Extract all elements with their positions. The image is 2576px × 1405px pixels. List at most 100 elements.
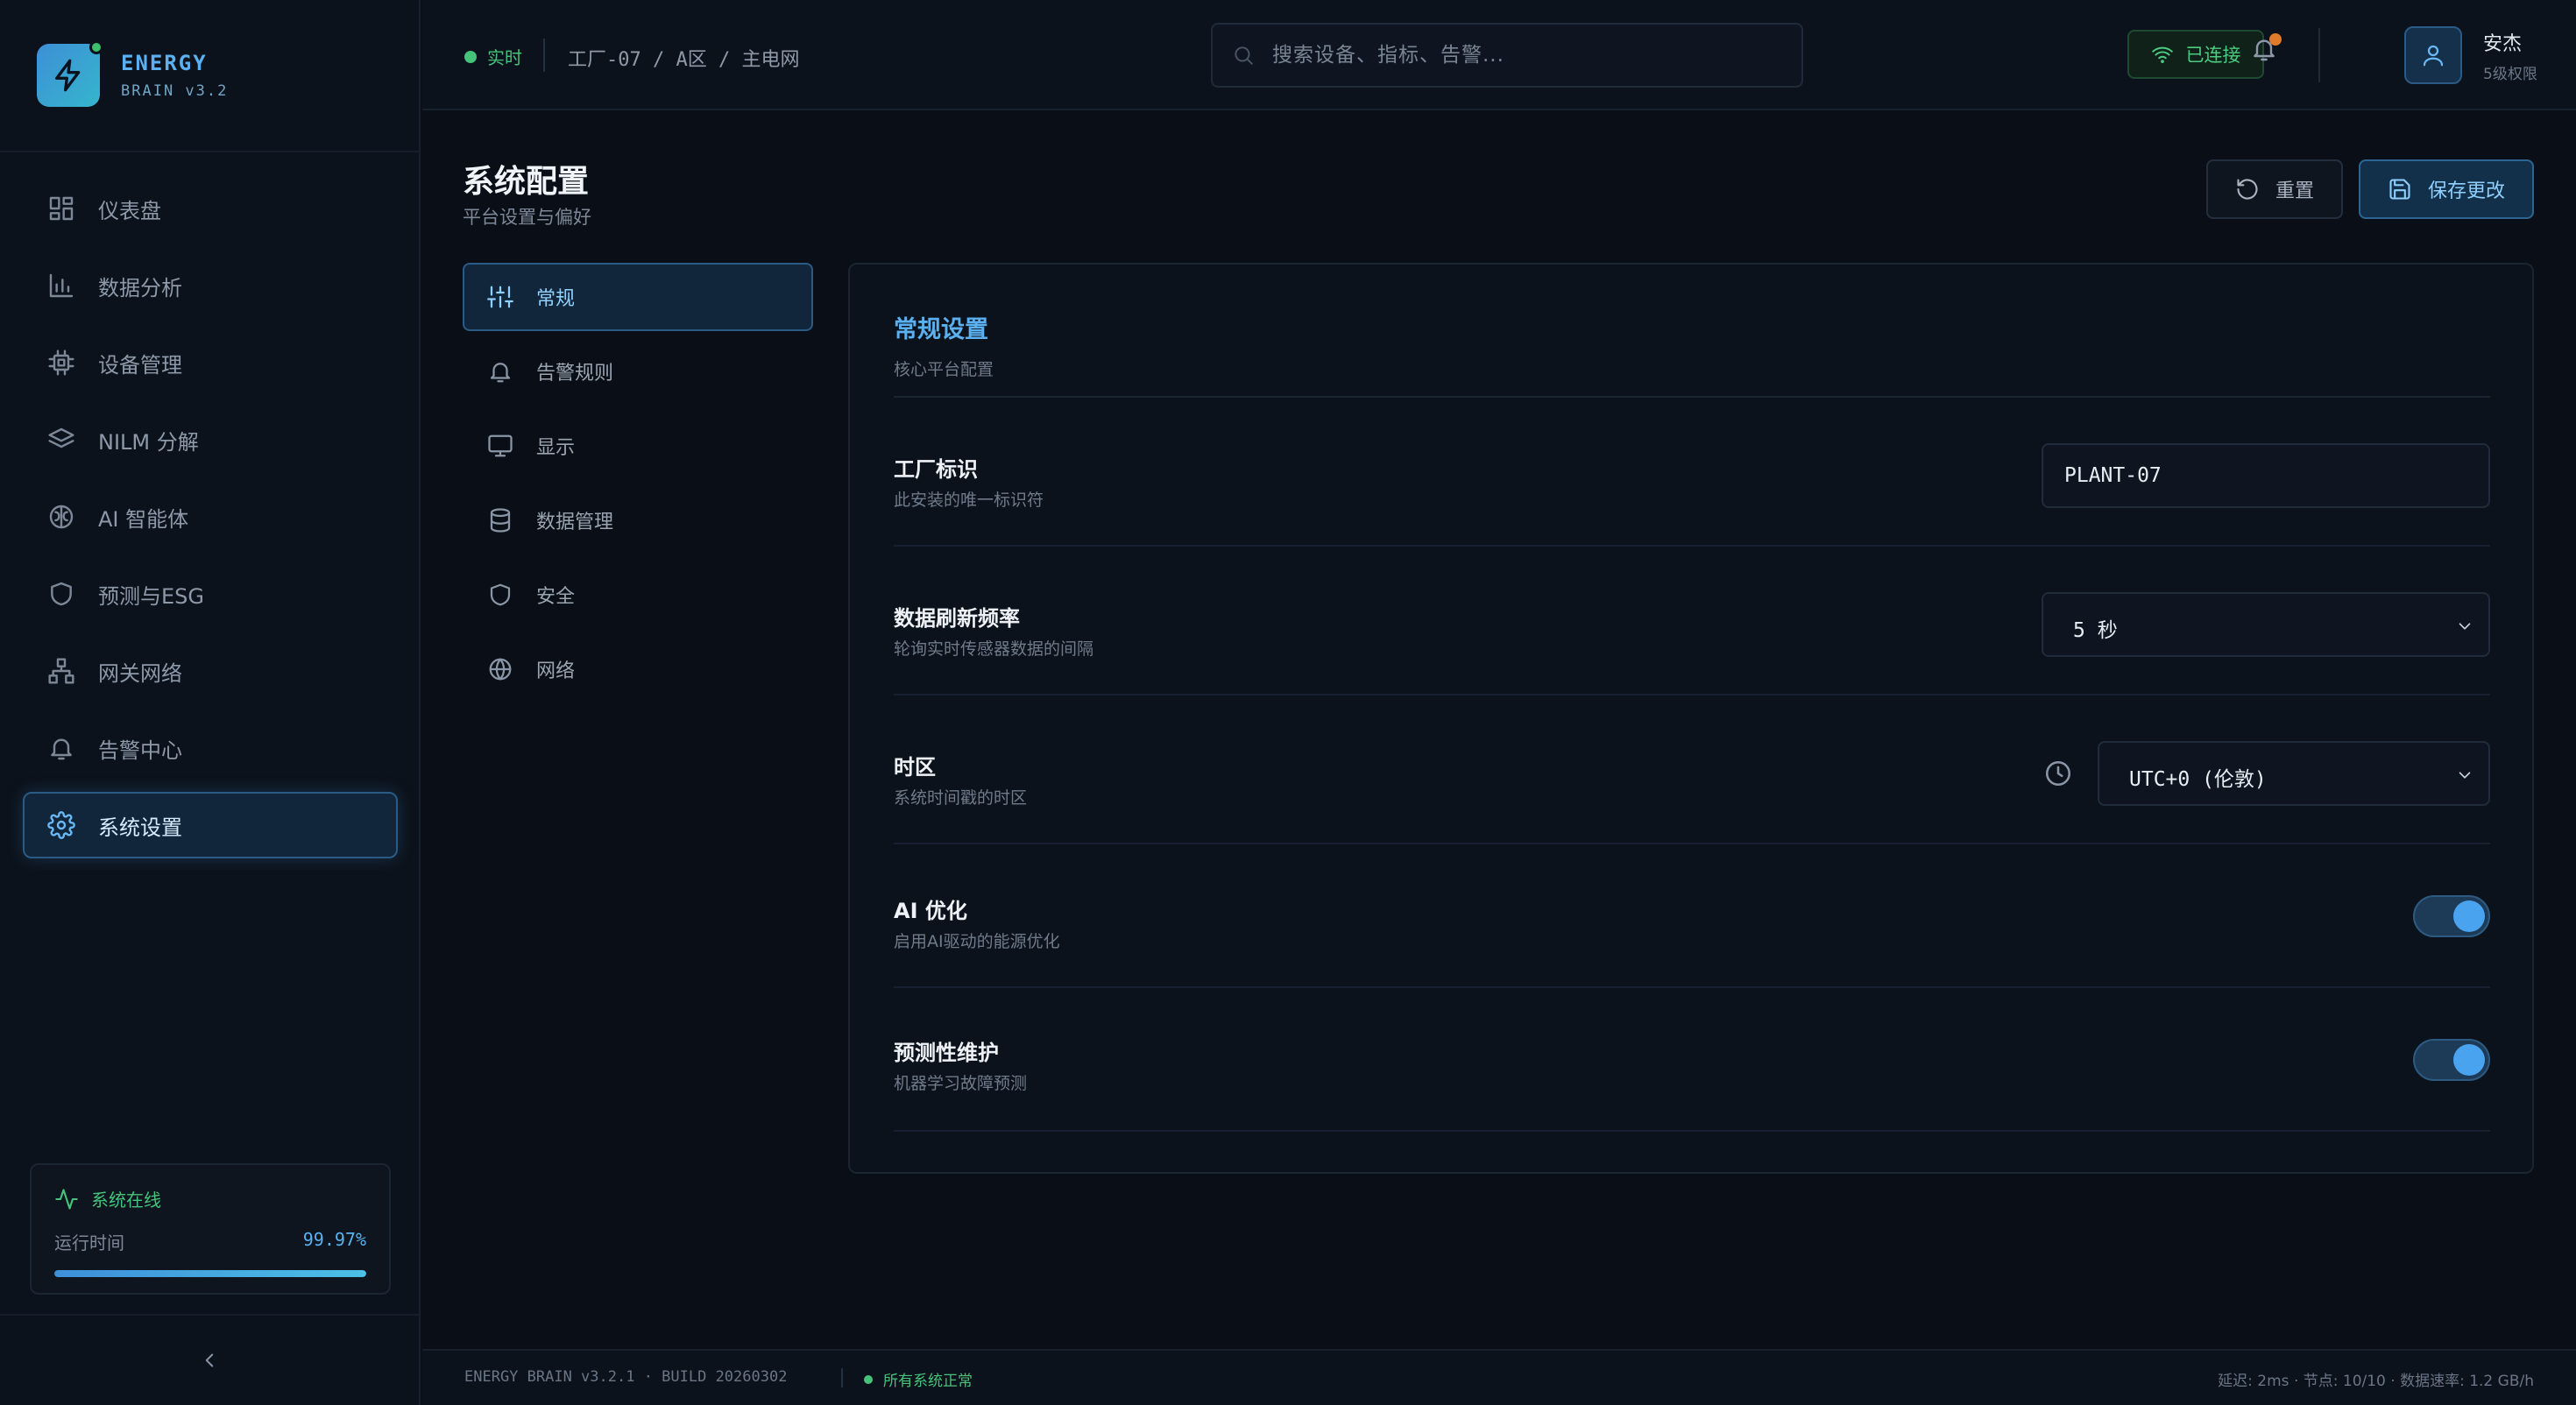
setting-row-ai-optimization: AI 优化 启用AI驱动的能源优化	[894, 844, 2490, 988]
refresh-rate-select[interactable]: 5 秒	[2042, 592, 2490, 657]
activity-icon	[55, 1188, 78, 1210]
setting-description: 系统时间戳的时区	[894, 788, 1028, 808]
sidebar-item-label: 预测与ESG	[98, 583, 204, 609]
uptime-progress-bar	[54, 1270, 366, 1277]
sidebar-item-dashboard[interactable]: 仪表盘	[23, 175, 398, 242]
plant-id-field	[2042, 443, 2490, 508]
settings-nav: 常规 告警规则 显示 数据管理 安全 网络	[463, 263, 813, 710]
save-button[interactable]: 保存更改	[2359, 159, 2534, 219]
tab-general[interactable]: 常规	[463, 263, 813, 331]
sidebar-item-nilm[interactable]: NILM 分解	[23, 406, 398, 473]
brain-icon	[49, 505, 74, 529]
clock-icon	[2045, 760, 2071, 787]
tab-data-management[interactable]: 数据管理	[463, 486, 813, 554]
setting-row-predictive-maintenance: 预测性维护 机器学习故障预测	[894, 988, 2490, 1132]
search-input[interactable]	[1272, 44, 1780, 67]
save-icon	[2389, 179, 2410, 200]
notifications-button[interactable]	[2250, 33, 2282, 63]
predictive-maintenance-toggle[interactable]	[2413, 1039, 2490, 1081]
network-icon	[48, 658, 74, 684]
tab-security[interactable]: 安全	[463, 561, 813, 629]
shield-icon	[51, 582, 72, 606]
gear-icon	[47, 811, 75, 839]
reset-button[interactable]: 重置	[2206, 159, 2343, 219]
sidebar-item-label: 告警中心	[98, 738, 182, 763]
lightning-icon	[55, 59, 81, 92]
sidebar-item-gateway[interactable]: 网关网络	[23, 638, 398, 704]
connection-status-button[interactable]: 已连接	[2127, 30, 2264, 79]
page-subtitle: 平台设置与偏好	[463, 207, 591, 228]
timezone-select[interactable]: UTC+0 (伦敦)	[2098, 741, 2490, 806]
collapse-sidebar-button[interactable]	[0, 1314, 419, 1405]
ai-optimization-toggle[interactable]	[2413, 895, 2490, 937]
user-name: 安杰	[2483, 32, 2523, 55]
tab-label: 常规	[536, 288, 576, 310]
search-box	[1211, 23, 1803, 88]
select-value: 5 秒	[2073, 619, 2118, 642]
sidebar: ENERGY BRAIN v3.2 仪表盘 数据分析 设备管理 NILM 分解 …	[0, 0, 421, 1405]
tab-network[interactable]: 网络	[463, 635, 813, 703]
brand: ENERGY BRAIN v3.2	[0, 0, 419, 152]
rotate-ccw-icon	[2237, 179, 2258, 200]
system-status-label: 系统在线	[91, 1190, 161, 1211]
setting-label: 预测性维护	[894, 1041, 999, 1065]
tab-alert-rules[interactable]: 告警规则	[463, 337, 813, 406]
sidebar-item-alerts[interactable]: 告警中心	[23, 715, 398, 781]
chevron-left-icon	[205, 1353, 214, 1367]
system-health: 所有系统正常	[864, 1368, 973, 1390]
system-stats: 延迟: 2ms · 节点: 10/10 · 数据速率: 1.2 GB/h	[2218, 1373, 2534, 1390]
setting-label: 时区	[894, 755, 936, 780]
sidebar-item-label: 数据分析	[98, 275, 182, 300]
brand-version: BRAIN v3.2	[121, 82, 229, 100]
chevron-down-icon	[2459, 623, 2471, 630]
database-icon	[490, 508, 511, 533]
setting-label: 工厂标识	[894, 457, 978, 482]
reset-label: 重置	[2275, 180, 2314, 202]
user-role: 5级权限	[2483, 65, 2537, 83]
dashboard-icon	[49, 196, 74, 221]
panel-title: 常规设置	[894, 316, 988, 343]
select-value: UTC+0 (伦敦)	[2129, 768, 2267, 791]
wifi-icon	[2151, 46, 2173, 63]
setting-description: 轮询实时传感器数据的间隔	[894, 639, 1094, 659]
sidebar-item-analytics[interactable]: 数据分析	[23, 252, 398, 319]
sidebar-item-label: 系统设置	[98, 815, 182, 840]
notification-badge	[2269, 33, 2282, 46]
save-label: 保存更改	[2427, 180, 2505, 202]
divider	[543, 39, 545, 72]
setting-row-refresh-rate: 数据刷新频率 轮询实时传感器数据的间隔 5 秒	[894, 547, 2490, 695]
sidebar-item-settings[interactable]: 系统设置	[23, 792, 398, 858]
plant-id-input[interactable]	[2043, 445, 2488, 506]
setting-row-plant-id: 工厂标识 此安装的唯一标识符	[894, 398, 2490, 547]
sidebar-item-devices[interactable]: 设备管理	[23, 329, 398, 396]
setting-row-timezone: 时区 系统时间戳的时区 UTC+0 (伦敦)	[894, 695, 2490, 844]
user-icon	[2423, 45, 2444, 67]
live-label: 实时	[487, 47, 522, 68]
sidebar-item-forecast-esg[interactable]: 预测与ESG	[23, 561, 398, 627]
divider	[841, 1368, 843, 1387]
user-menu[interactable]: 安杰 5级权限	[2404, 26, 2537, 84]
sidebar-item-ai-agent[interactable]: AI 智能体	[23, 484, 398, 550]
topbar: 实时 工厂-07 / A区 / 主电网 已连接 安杰 5级权限	[422, 0, 2576, 110]
brand-name: ENERGY	[121, 51, 208, 75]
search-icon	[1235, 46, 1253, 65]
live-indicator: 实时	[464, 44, 522, 69]
bell-icon	[490, 363, 511, 383]
avatar	[2404, 26, 2462, 84]
build-info: ENERGY BRAIN v3.2.1 · BUILD 20260302	[464, 1368, 788, 1386]
system-health-label: 所有系统正常	[883, 1373, 973, 1390]
uptime-value: 99.97%	[302, 1229, 366, 1250]
chevron-down-icon	[2459, 772, 2471, 779]
globe-icon	[489, 658, 512, 681]
sidebar-item-label: AI 智能体	[98, 506, 189, 532]
health-dot	[864, 1374, 873, 1384]
tab-display[interactable]: 显示	[463, 412, 813, 480]
setting-description: 机器学习故障预测	[894, 1074, 1028, 1093]
bell-icon	[51, 738, 72, 760]
setting-description: 此安装的唯一标识符	[894, 491, 1044, 510]
chip-icon	[48, 349, 74, 376]
tab-label: 显示	[536, 437, 576, 459]
divider	[2318, 28, 2320, 82]
uptime-label: 运行时间	[54, 1232, 124, 1253]
sidebar-item-label: NILM 分解	[98, 429, 199, 455]
